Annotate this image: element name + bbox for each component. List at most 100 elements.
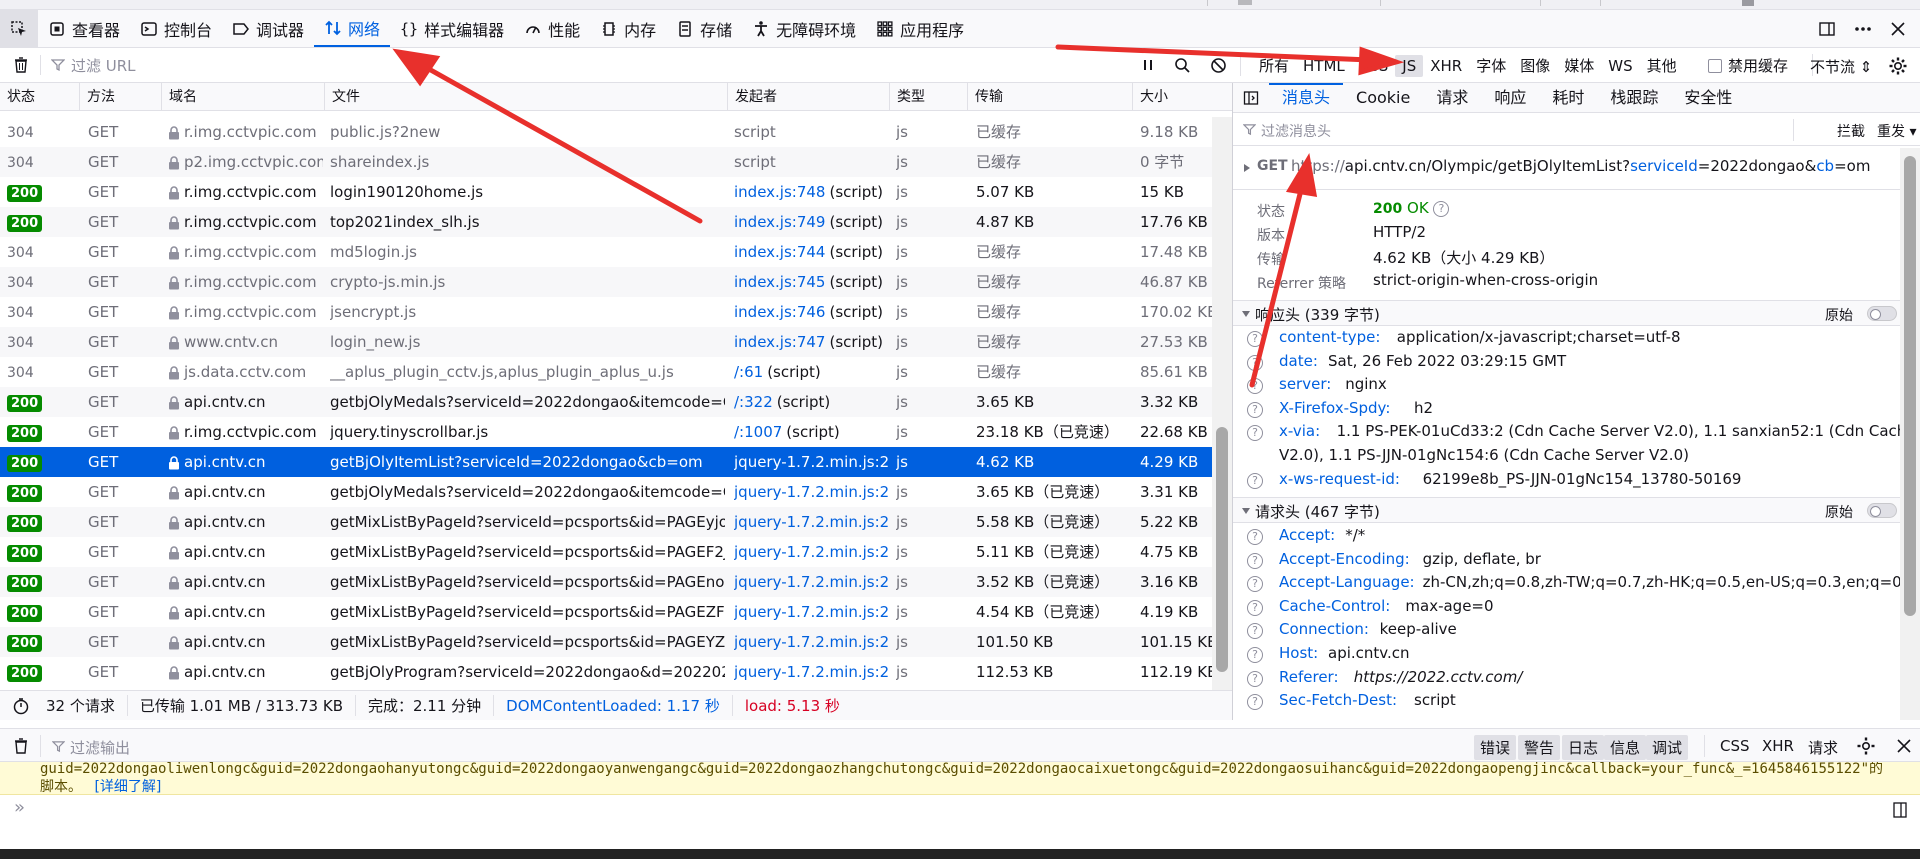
table-row[interactable]: 304 GET p2.img.cctvpic.com shareindex.js scr…: [0, 147, 1212, 177]
url-filter-input[interactable]: 过滤 URL: [71, 55, 136, 76]
tab-accessibility[interactable]: 无障碍环境: [742, 10, 866, 47]
help-icon[interactable]: ?: [1247, 694, 1263, 711]
type-filter-所有[interactable]: 所有: [1252, 53, 1296, 78]
raw-toggle[interactable]: [1867, 503, 1897, 518]
col-type[interactable]: 类型: [890, 83, 968, 111]
table-row[interactable]: 304 GET r.img.cctvpic.com jsencrypt.js index…: [0, 297, 1217, 327]
table-row[interactable]: 200 GET api.cntv.cn getMixListByPageId?serv…: [0, 597, 1212, 627]
type-filter-js[interactable]: JS: [1395, 54, 1424, 77]
table-row[interactable]: 304 GET www.cntv.cn login_new.js index.js:74…: [0, 327, 1212, 357]
header-row[interactable]: ? x-via: 1.1 PS-PEK-01uCd33:2 (Cdn Cache S…: [1233, 422, 1920, 446]
table-row[interactable]: 304 GET r.img.cctvpic.com crypto-js.min.js i…: [0, 267, 1212, 297]
tab-debugger[interactable]: 调试器: [222, 10, 314, 47]
header-row[interactable]: ? server: nginx: [1233, 375, 1903, 399]
help-icon[interactable]: ?: [1247, 401, 1263, 418]
initiator-link[interactable]: jquery-1.7.2.min.js:2 ...: [734, 633, 888, 651]
trash-icon[interactable]: [12, 737, 30, 755]
header-row[interactable]: ? content-type: application/x-javascript;c…: [1233, 328, 1903, 352]
initiator-link[interactable]: index.js:746: [734, 303, 825, 321]
type-filter-html[interactable]: HTML: [1296, 55, 1352, 77]
table-row[interactable]: 200 GET r.img.cctvpic.com jquery.tinyscroll…: [0, 417, 1212, 447]
tab-storage[interactable]: 存储: [666, 10, 742, 47]
type-filter-ws[interactable]: WS: [1601, 55, 1639, 77]
type-filter-xhr[interactable]: XHR: [1423, 55, 1469, 77]
header-row[interactable]: ? X-Firefox-Spdy: h2: [1233, 399, 1903, 423]
col-size[interactable]: 大小: [1133, 83, 1232, 111]
initiator-link[interactable]: index.js:748: [734, 183, 825, 201]
toggle-sidebar-button[interactable]: [1233, 83, 1269, 112]
initiator-link[interactable]: jquery-1.7.2.min.js:2 ...: [734, 453, 888, 471]
col-file[interactable]: 文件: [325, 83, 728, 111]
type-filter-媒体[interactable]: 媒体: [1557, 53, 1601, 78]
more-options-icon[interactable]: [1854, 20, 1872, 38]
initiator-link[interactable]: jquery-1.7.2.min.js:2 ...: [734, 573, 888, 591]
tab-memory[interactable]: 内存: [590, 10, 666, 47]
col-domain[interactable]: 域名: [162, 83, 325, 111]
table-row[interactable]: 200 GET api.cntv.cn getMixListByPageId?serv…: [0, 567, 1212, 597]
table-row[interactable]: 200 GET r.img.cctvpic.com login190120home.j…: [0, 177, 1212, 207]
console-filter-2[interactable]: 日志: [1562, 735, 1605, 760]
table-row[interactable]: 304 GET r.img.cctvpic.com md5login.js index.…: [0, 237, 1212, 267]
col-transfer[interactable]: 传输: [968, 83, 1133, 111]
request-url[interactable]: https://api.cntv.cn/Olympic/getBjOlyItem…: [1291, 157, 1870, 175]
initiator-link[interactable]: index.js:745: [734, 273, 825, 291]
initiator-link[interactable]: index.js:747: [734, 333, 825, 351]
header-filter-input[interactable]: 过滤消息头: [1261, 121, 1331, 141]
dock-side-icon[interactable]: [1818, 20, 1836, 38]
header-row[interactable]: ? Cache-Control: max-age=0: [1233, 597, 1903, 621]
console-input[interactable]: »: [0, 795, 1920, 849]
disable-cache-checkbox[interactable]: [1708, 58, 1722, 73]
help-icon[interactable]: ?: [1247, 425, 1263, 442]
console-filter-input[interactable]: 过滤输出: [70, 737, 130, 758]
col-method[interactable]: 方法: [80, 83, 162, 111]
expand-triangle-icon[interactable]: [1243, 163, 1251, 173]
initiator-link[interactable]: jquery-1.7.2.min.js:2 ...: [734, 513, 888, 531]
initiator-link[interactable]: /:61: [734, 363, 763, 381]
table-row[interactable]: 200 GET api.cntv.cn getBjOlyProgram?service…: [0, 657, 1217, 687]
throttle-select[interactable]: 不节流 ⇕: [1810, 56, 1872, 77]
console-filter-3[interactable]: 信息: [1604, 735, 1647, 760]
trash-icon[interactable]: [12, 56, 30, 74]
element-picker-button[interactable]: [0, 10, 38, 47]
tab-performance[interactable]: 性能: [514, 10, 590, 47]
detail-tab[interactable]: 响应: [1481, 83, 1539, 112]
raw-toggle[interactable]: [1867, 306, 1897, 321]
help-icon[interactable]: ?: [1247, 472, 1263, 489]
tab-application[interactable]: 应用程序: [866, 10, 974, 47]
table-row[interactable]: 304 GET js.data.cctv.com __aplus_plugin_cct…: [0, 357, 1212, 387]
help-icon[interactable]: ?: [1247, 599, 1263, 616]
block-button[interactable]: 拦截: [1837, 121, 1865, 141]
table-row[interactable]: 200 GET api.cntv.cn getMixListByPageId?serv…: [0, 537, 1212, 567]
table-row[interactable]: 200 GET api.cntv.cn getMixListByPageId?serv…: [0, 507, 1212, 537]
help-icon[interactable]: ?: [1247, 529, 1263, 545]
tab-inspector[interactable]: 查看器: [38, 10, 130, 47]
type-filter-其他[interactable]: 其他: [1640, 53, 1684, 78]
type-filter-css[interactable]: CSS: [1352, 55, 1396, 77]
table-row[interactable]: 200 GET r.img.cctvpic.com top2021index_slh.…: [0, 207, 1212, 237]
gear-icon[interactable]: [1888, 56, 1908, 76]
tab-console[interactable]: 控制台: [130, 10, 222, 47]
response-headers-section[interactable]: 响应头 (339 字节) 原始: [1233, 300, 1903, 326]
header-row[interactable]: ? Accept: */*: [1233, 526, 1903, 550]
table-row[interactable]: 200 GET api.cntv.cn getBjOlyItemList?servic…: [0, 447, 1212, 477]
console-filter-0[interactable]: 错误: [1474, 735, 1517, 760]
resend-button[interactable]: 重发 ▾: [1877, 121, 1916, 141]
initiator-link[interactable]: jquery-1.7.2.min.js:2 ...: [734, 483, 888, 501]
tab-network[interactable]: 网络: [314, 10, 391, 47]
header-row[interactable]: ? Sec-Fetch-Dest: script: [1233, 691, 1903, 715]
detail-tab[interactable]: 栈跟踪: [1597, 83, 1671, 112]
help-icon[interactable]: ?: [1247, 623, 1263, 640]
block-icon[interactable]: [1210, 57, 1227, 74]
initiator-link[interactable]: jquery-1.7.2.min.js:2 ...: [734, 603, 888, 621]
header-row[interactable]: ? Referer: https://2022.cctv.com/: [1233, 668, 1903, 692]
table-row[interactable]: 200 GET api.cntv.cn getMixListByPageId?serv…: [0, 627, 1217, 657]
detail-tab[interactable]: Cookie: [1343, 83, 1423, 112]
console-extra-filter-css[interactable]: CSS: [1714, 735, 1756, 757]
help-icon[interactable]: ?: [1247, 647, 1263, 663]
header-row[interactable]: ? x-ws-request-id: 62199e8b_PS-JJN-01gNc15…: [1233, 470, 1903, 494]
help-icon[interactable]: ?: [1433, 200, 1450, 217]
gear-icon[interactable]: [1856, 736, 1876, 756]
help-icon[interactable]: ?: [1247, 670, 1263, 687]
initiator-link[interactable]: jquery-1.7.2.min.js:2 ...: [734, 543, 888, 561]
initiator-link[interactable]: /:322: [734, 393, 773, 411]
